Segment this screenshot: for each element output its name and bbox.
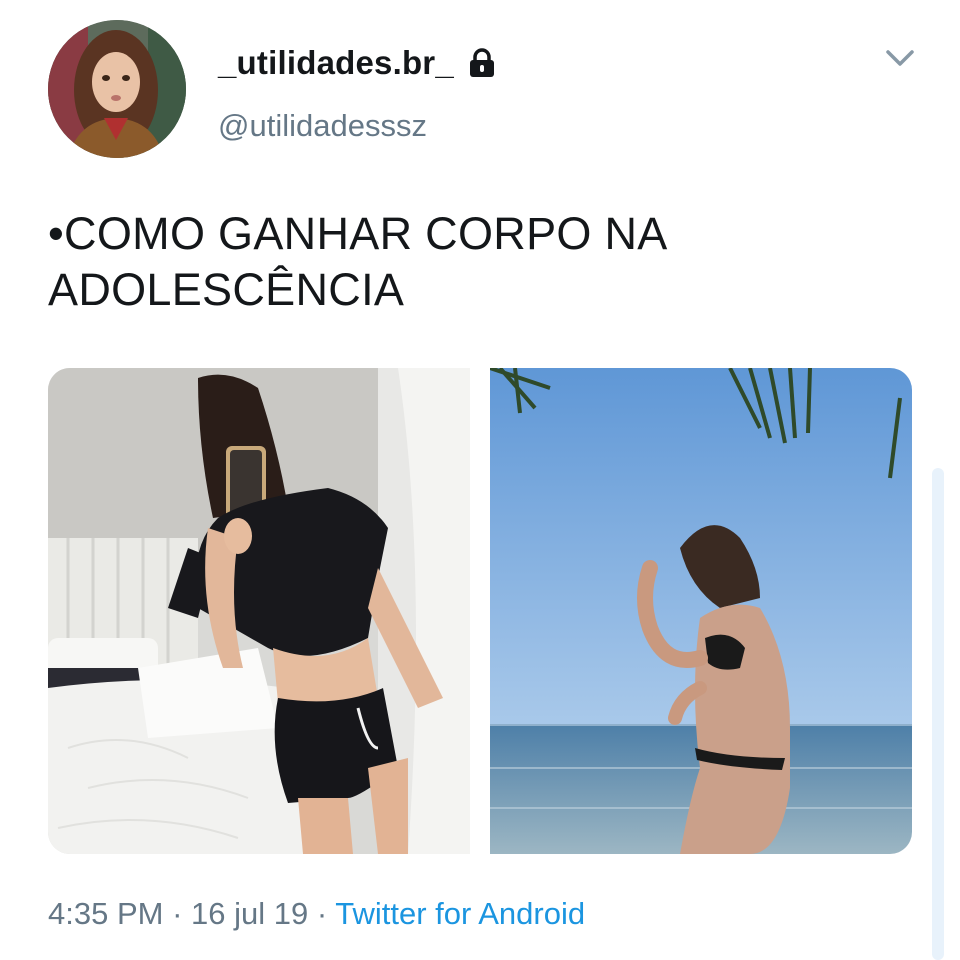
display-name[interactable]: _utilidades.br_	[218, 44, 454, 82]
display-name-row[interactable]: _utilidades.br_	[218, 44, 496, 82]
avatar[interactable]	[48, 20, 186, 158]
meta-separator: ·	[163, 896, 192, 931]
tweet-meta: 4:35 PM · 16 jul 19 · Twitter for Androi…	[48, 896, 585, 932]
tweet-text-line-1: •COMO GANHAR CORPO NA	[48, 208, 668, 259]
tweet-date[interactable]: 16 jul 19	[191, 896, 308, 931]
scrollbar[interactable]	[932, 468, 944, 960]
tweet-text: •COMO GANHAR CORPO NA ADOLESCÊNCIA	[48, 206, 908, 318]
chevron-down-icon[interactable]	[884, 44, 916, 72]
meta-separator: ·	[308, 896, 336, 931]
tweet-time[interactable]: 4:35 PM	[48, 896, 163, 931]
tweet-photo-1[interactable]	[48, 368, 470, 854]
tweet-text-line-2: ADOLESCÊNCIA	[48, 264, 405, 315]
user-handle[interactable]: @utilidadesssz	[218, 108, 427, 144]
tweet-source-link[interactable]: Twitter for Android	[335, 896, 585, 931]
tweet-photo-2[interactable]	[490, 368, 912, 854]
lock-icon	[468, 48, 496, 78]
